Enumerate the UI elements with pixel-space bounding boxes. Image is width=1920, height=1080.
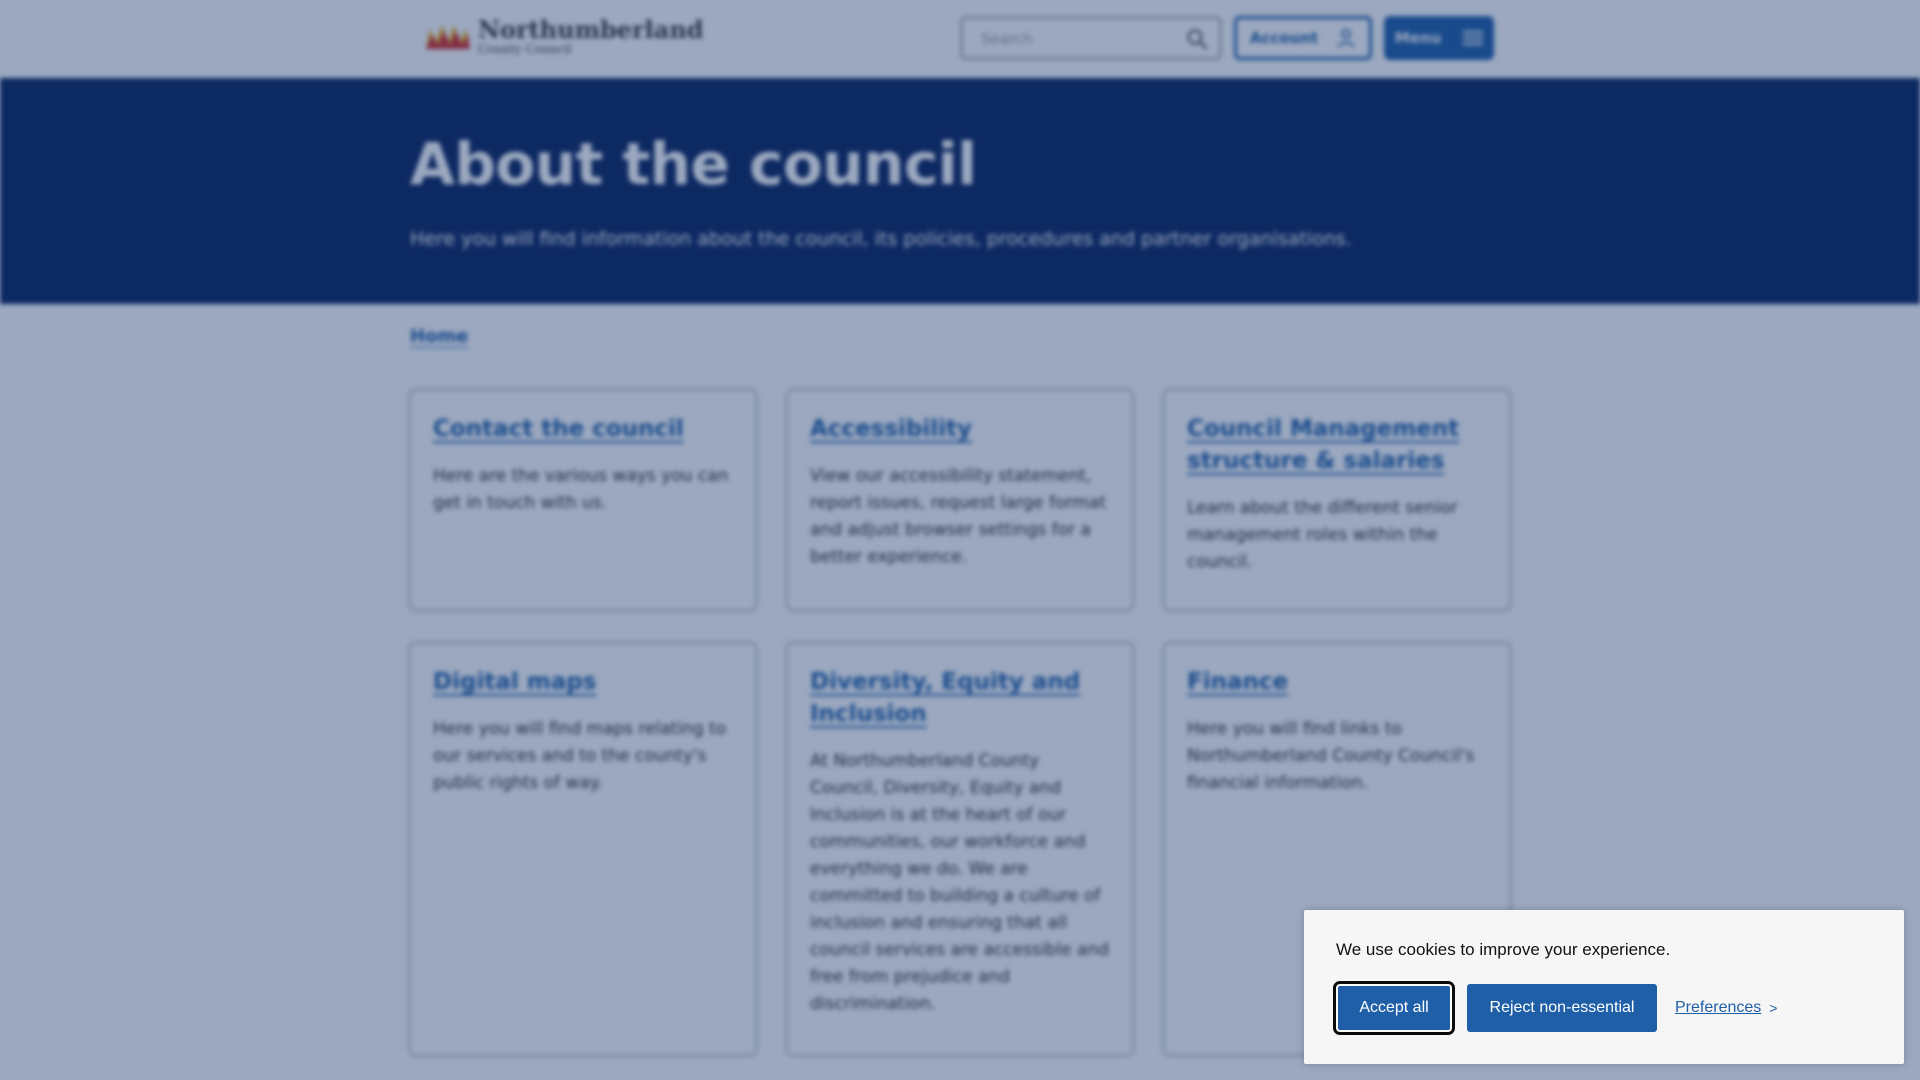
cookie-banner: We use cookies to improve your experienc… xyxy=(1304,910,1904,1064)
preferences-label: Preferences xyxy=(1675,999,1762,1016)
accept-all-button[interactable]: Accept all xyxy=(1333,981,1455,1035)
reject-non-essential-button[interactable]: Reject non-essential xyxy=(1467,984,1657,1032)
chevron-right-icon: > xyxy=(1769,1000,1778,1016)
cookie-message: We use cookies to improve your experienc… xyxy=(1336,940,1671,959)
preferences-link[interactable]: Preferences > xyxy=(1675,999,1777,1017)
